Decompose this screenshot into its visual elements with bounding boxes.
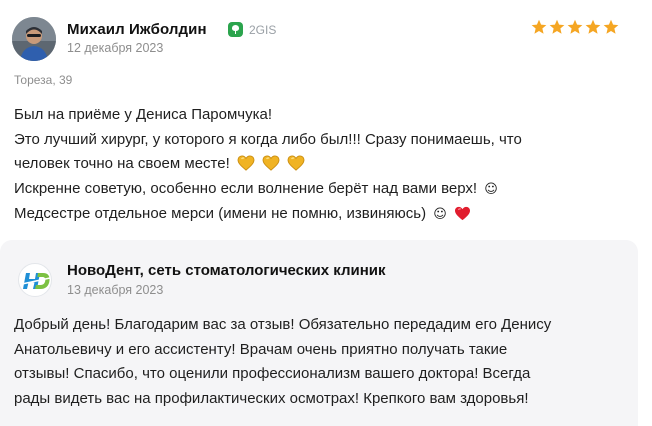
review-line-text: Медсестре отдельное мерси (имени не помн… [14, 205, 427, 222]
star-icon [531, 19, 547, 34]
star-icon [549, 19, 565, 34]
review-line-with-emoji: Медсестре отдельное мерси (имени не помн… [14, 202, 634, 228]
review-source: 2GIS [228, 22, 276, 37]
source-label: 2GIS [249, 22, 277, 37]
yellow-heart-emoji-icon [237, 155, 255, 171]
smile-icon: ☺ [484, 181, 498, 197]
star-icon [585, 19, 601, 34]
review-line-text: человек точно на своем месте! [14, 155, 230, 172]
review-line-with-emoji: человек точно на своем месте! [14, 152, 634, 177]
rating-stars [531, 19, 619, 35]
author-avatar[interactable] [12, 17, 56, 61]
review-line: Был на приёме у Дениса Паромчука! [14, 106, 273, 123]
review-text: Был на приёме у Дениса Паромчука! Это лу… [14, 103, 634, 228]
reply-text: Добрый день! Благодарим вас за отзыв! Об… [14, 313, 630, 411]
review-line: Это лучший хирург, у которого я когда ли… [14, 130, 522, 148]
star-icon [567, 19, 583, 34]
reply-line: отзывы! Спасибо, что оценили профессиона… [14, 365, 531, 382]
author-name[interactable]: Михаил Ижболдин [67, 21, 207, 38]
novodent-logo[interactable] [18, 263, 52, 297]
red-heart-emoji-icon [455, 206, 470, 221]
2gis-icon [228, 22, 243, 37]
reply-line: рады видеть вас на профилактических осмо… [14, 389, 529, 407]
organization-name[interactable]: НовоДент, сеть стоматологических клиник [67, 262, 386, 279]
reply-line: Анатольевичу и его ассистенту! Врачам оч… [14, 340, 508, 358]
branch-address: Тореза, 39 [14, 73, 73, 87]
review-date: 12 декабря 2023 [67, 41, 164, 55]
review-line-with-smile: Искренне советую, особенно если волнение… [14, 177, 634, 203]
reply-line: Добрый день! Благодарим вас за отзыв! Об… [14, 316, 552, 333]
yellow-heart-emoji-icon [262, 155, 280, 171]
yellow-heart-emoji-icon [287, 155, 305, 171]
reply-date: 13 декабря 2023 [67, 283, 164, 297]
company-reply: НовоДент, сеть стоматологических клиник … [0, 240, 638, 426]
star-icon [603, 19, 619, 34]
smile-icon: ☺ [433, 207, 447, 222]
review-card: Михаил Ижболдин 2GIS 12 декабря 2023 Тор… [0, 0, 652, 232]
review-line-text: Искренне советую, особенно если волнение… [14, 179, 478, 197]
